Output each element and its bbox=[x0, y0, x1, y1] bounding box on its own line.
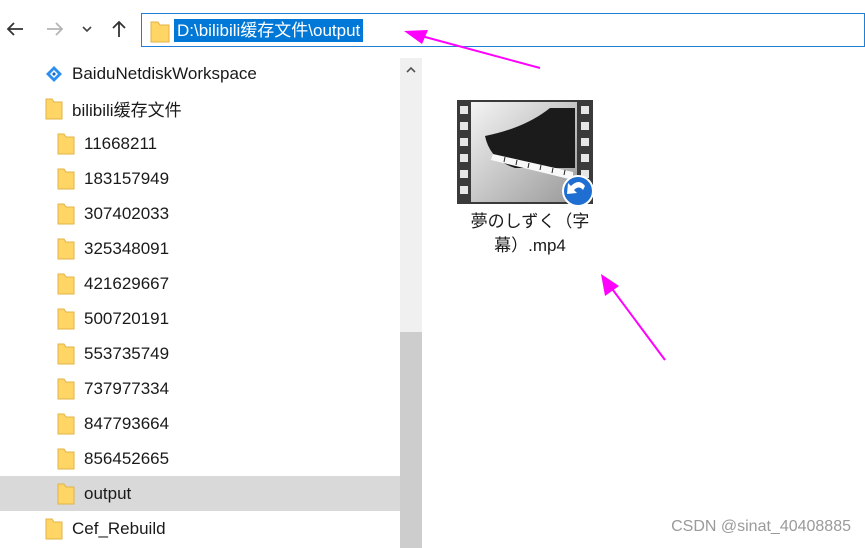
nav-item-label: 847793664 bbox=[84, 413, 170, 433]
nav-item-cef-rebuild[interactable]: Cef_Rebuild bbox=[0, 511, 400, 546]
nav-item-label: bilibili缓存文件 bbox=[72, 101, 182, 120]
nav-item-label: 183157949 bbox=[84, 168, 170, 188]
nav-item-856452665[interactable]: 856452665 bbox=[0, 441, 400, 476]
folder-icon bbox=[45, 98, 63, 119]
folder-icon bbox=[57, 168, 75, 189]
file-name-line-1: 夢のしずく（字 bbox=[470, 212, 590, 231]
file-name-line-2: 幕）.mp4 bbox=[494, 236, 566, 255]
nav-item-325348091[interactable]: 325348091 bbox=[0, 231, 400, 266]
arrow-up-icon bbox=[112, 20, 126, 37]
nav-item-307402033[interactable]: 307402033 bbox=[0, 196, 400, 231]
folder-icon bbox=[57, 238, 75, 259]
nav-item-737977334[interactable]: 737977334 bbox=[0, 371, 400, 406]
nav-item-label: BaiduNetdiskWorkspace bbox=[72, 63, 257, 83]
folder-icon bbox=[57, 483, 75, 504]
up-button[interactable] bbox=[104, 14, 134, 44]
navigation-pane: BaiduNetdiskWorkspace bilibili缓存文件 1166821… bbox=[0, 58, 400, 548]
annotation-arrow-file bbox=[601, 274, 666, 361]
watermark: CSDN @sinat_40408885 bbox=[671, 518, 851, 535]
nav-item-label: 325348091 bbox=[84, 238, 170, 258]
media-player-badge-icon bbox=[562, 175, 594, 207]
nav-item-183157949[interactable]: 183157949 bbox=[0, 161, 400, 196]
nav-item-label: output bbox=[84, 483, 132, 503]
folder-icon bbox=[150, 21, 170, 43]
nav-item-label: 737977334 bbox=[84, 378, 170, 398]
chevron-down-icon bbox=[82, 26, 92, 33]
folder-icon bbox=[45, 518, 63, 539]
file-name: 夢のしずく（字 幕）.mp4 bbox=[455, 210, 605, 258]
nav-item-baidunetdiskworkspace[interactable]: BaiduNetdiskWorkspace bbox=[0, 58, 400, 91]
video-file-icon bbox=[457, 100, 594, 207]
nav-pane-scrollbar[interactable] bbox=[400, 58, 422, 548]
nav-item-847793664[interactable]: 847793664 bbox=[0, 406, 400, 441]
folder-icon bbox=[57, 203, 75, 224]
nav-item-label: 421629667 bbox=[84, 273, 170, 293]
nav-item-label: 11668211 bbox=[84, 133, 158, 153]
folder-icon bbox=[57, 343, 75, 364]
folder-icon bbox=[57, 413, 75, 434]
arrow-right-icon bbox=[47, 22, 64, 36]
nav-item-label: Cef_Rebuild bbox=[72, 518, 166, 538]
nav-item-label: 307402033 bbox=[84, 203, 170, 223]
nav-item-label: 500720191 bbox=[84, 308, 170, 328]
arrow-left-icon bbox=[6, 22, 23, 36]
forward-button[interactable] bbox=[40, 14, 70, 44]
nav-item-500720191[interactable]: 500720191 bbox=[0, 301, 400, 336]
nav-item-output[interactable]: output bbox=[0, 476, 400, 511]
nav-item-553735749[interactable]: 553735749 bbox=[0, 336, 400, 371]
file-item-video[interactable]: 夢のしずく（字 幕）.mp4 bbox=[455, 98, 605, 268]
folder-icon bbox=[57, 273, 75, 294]
nav-item-11668211[interactable]: 11668211 bbox=[0, 126, 400, 161]
folder-icon bbox=[57, 378, 75, 399]
folder-icon bbox=[57, 133, 75, 154]
nav-item-label: 553735749 bbox=[84, 343, 170, 363]
recent-locations-button[interactable] bbox=[74, 14, 100, 44]
baidu-netdisk-icon bbox=[46, 65, 62, 82]
back-button[interactable] bbox=[0, 14, 30, 44]
nav-item-bilibili[interactable]: bilibili缓存文件 bbox=[0, 91, 400, 126]
nav-item-421629667[interactable]: 421629667 bbox=[0, 266, 400, 301]
nav-item-label: 856452665 bbox=[84, 448, 170, 468]
address-path[interactable]: D:\bilibili缓存文件\output bbox=[174, 19, 364, 42]
folder-icon bbox=[57, 308, 75, 329]
annotation-arrow-address bbox=[404, 30, 541, 69]
scroll-thumb[interactable] bbox=[400, 332, 422, 548]
folder-icon bbox=[57, 448, 75, 469]
